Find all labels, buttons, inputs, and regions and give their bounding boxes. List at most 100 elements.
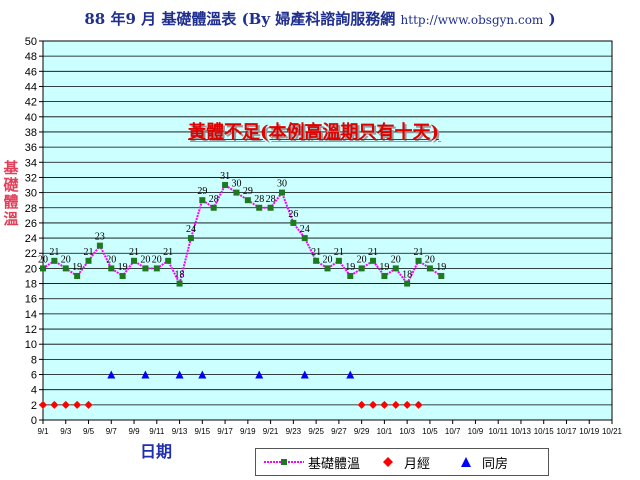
x-tick-label: 9/7 bbox=[106, 427, 118, 436]
x-tick-label: 9/17 bbox=[217, 427, 233, 436]
y-tick-label: 30 bbox=[25, 188, 37, 200]
x-tick-label: 10/3 bbox=[399, 427, 415, 436]
temperature-point bbox=[40, 265, 46, 272]
temperature-point bbox=[119, 272, 126, 279]
y-tick-label: 24 bbox=[25, 233, 37, 245]
temperature-point bbox=[51, 257, 58, 264]
x-tick-label: 9/29 bbox=[354, 427, 370, 436]
legend-triangle-icon bbox=[461, 457, 472, 467]
temperature-point bbox=[199, 197, 206, 204]
y-tick-label: 46 bbox=[25, 66, 37, 78]
temperature-data-label: 20 bbox=[391, 254, 401, 265]
plot-area bbox=[42, 40, 613, 421]
temperature-point bbox=[324, 265, 331, 272]
temperature-data-label: 20 bbox=[38, 254, 48, 265]
temperature-data-label: 21 bbox=[49, 247, 59, 258]
temperature-data-label: 28 bbox=[254, 194, 264, 205]
temperature-point bbox=[74, 272, 81, 279]
chart-svg: 0246810121416182022242628303234363840424… bbox=[25, 36, 623, 436]
temperature-point bbox=[165, 257, 172, 264]
temperature-data-label: 28 bbox=[209, 194, 219, 205]
legend-label-temperature: 基礎體溫 bbox=[308, 456, 361, 472]
chart-annotation: 黃體不足(本例高溫期只有十天) bbox=[188, 122, 440, 143]
temperature-data-label: 20 bbox=[61, 254, 71, 265]
x-tick-label: 9/1 bbox=[37, 427, 49, 436]
x-tick-label: 10/15 bbox=[534, 427, 555, 436]
temperature-point bbox=[108, 265, 115, 272]
temperature-data-label: 20 bbox=[323, 254, 333, 265]
x-tick-label: 9/3 bbox=[60, 427, 72, 436]
temperature-point bbox=[392, 265, 399, 272]
temperature-data-label: 21 bbox=[84, 247, 94, 258]
temperature-point bbox=[233, 189, 240, 196]
y-tick-label: 38 bbox=[25, 127, 37, 139]
x-tick-label: 9/19 bbox=[240, 427, 256, 436]
temperature-data-label: 19 bbox=[72, 262, 82, 273]
temperature-data-label: 26 bbox=[288, 209, 298, 220]
y-tick-label: 4 bbox=[31, 385, 37, 397]
legend-item-temperature: 基礎體溫 bbox=[264, 453, 360, 472]
temperature-point bbox=[244, 197, 251, 204]
temperature-data-label: 19 bbox=[379, 262, 389, 273]
temperature-data-label: 29 bbox=[197, 186, 207, 197]
temperature-point bbox=[370, 257, 377, 264]
temperature-point bbox=[415, 257, 422, 264]
y-tick-label: 6 bbox=[31, 370, 37, 382]
y-tick-label: 10 bbox=[25, 339, 37, 351]
x-tick-label: 10/11 bbox=[488, 427, 508, 436]
y-tick-label: 28 bbox=[25, 203, 37, 215]
y-tick-label: 2 bbox=[31, 400, 37, 412]
legend-line-marker-icon bbox=[264, 459, 304, 465]
x-tick-label: 10/7 bbox=[445, 427, 461, 436]
temperature-point bbox=[438, 272, 445, 279]
legend-diamond-icon bbox=[383, 457, 394, 467]
legend: 基礎體溫 月經 同房 bbox=[255, 448, 549, 476]
y-tick-label: 18 bbox=[25, 279, 37, 291]
temperature-point bbox=[142, 265, 149, 272]
y-tick-label: 50 bbox=[25, 36, 37, 48]
temperature-point bbox=[381, 272, 388, 279]
temperature-point bbox=[256, 204, 263, 211]
x-tick-label: 9/9 bbox=[128, 427, 140, 436]
temperature-data-label: 21 bbox=[129, 247, 139, 258]
temperature-data-label: 20 bbox=[106, 254, 116, 265]
temperature-point bbox=[187, 235, 194, 242]
y-tick-label: 16 bbox=[25, 294, 37, 306]
legend-label-intercourse: 同房 bbox=[482, 456, 509, 472]
x-tick-label: 9/15 bbox=[195, 427, 211, 436]
x-tick-label: 10/1 bbox=[377, 427, 393, 436]
y-tick-label: 14 bbox=[25, 309, 37, 321]
x-tick-label: 9/27 bbox=[331, 427, 347, 436]
legend-item-intercourse: 同房 bbox=[460, 453, 508, 472]
x-tick-label: 10/21 bbox=[602, 427, 623, 436]
y-tick-label: 36 bbox=[25, 142, 37, 154]
temperature-data-label: 21 bbox=[414, 247, 424, 258]
temperature-data-label: 20 bbox=[357, 254, 367, 265]
temperature-point bbox=[222, 182, 229, 189]
y-tick-label: 0 bbox=[31, 415, 37, 427]
temperature-point bbox=[358, 265, 365, 272]
temperature-data-label: 18 bbox=[402, 270, 412, 281]
temperature-data-label: 20 bbox=[152, 254, 162, 265]
legend-item-period: 月經 bbox=[382, 453, 430, 472]
temperature-data-label: 31 bbox=[220, 171, 230, 182]
x-tick-label: 9/23 bbox=[286, 427, 302, 436]
temperature-data-label: 21 bbox=[368, 247, 378, 258]
temperature-point bbox=[347, 272, 354, 279]
temperature-point bbox=[62, 265, 69, 272]
y-tick-label: 34 bbox=[25, 157, 37, 169]
y-tick-label: 42 bbox=[25, 97, 37, 109]
temperature-point bbox=[313, 257, 320, 264]
temperature-point bbox=[335, 257, 342, 264]
temperature-point bbox=[267, 204, 274, 211]
temperature-data-label: 30 bbox=[231, 179, 241, 190]
temperature-data-label: 24 bbox=[186, 224, 196, 235]
y-tick-label: 40 bbox=[25, 112, 37, 124]
y-tick-label: 8 bbox=[31, 354, 37, 366]
temperature-point bbox=[404, 280, 411, 287]
temperature-data-label: 29 bbox=[243, 186, 253, 197]
y-tick-label: 26 bbox=[25, 218, 37, 230]
x-tick-label: 10/19 bbox=[579, 427, 600, 436]
temperature-data-label: 20 bbox=[425, 254, 435, 265]
x-tick-label: 9/11 bbox=[149, 427, 165, 436]
